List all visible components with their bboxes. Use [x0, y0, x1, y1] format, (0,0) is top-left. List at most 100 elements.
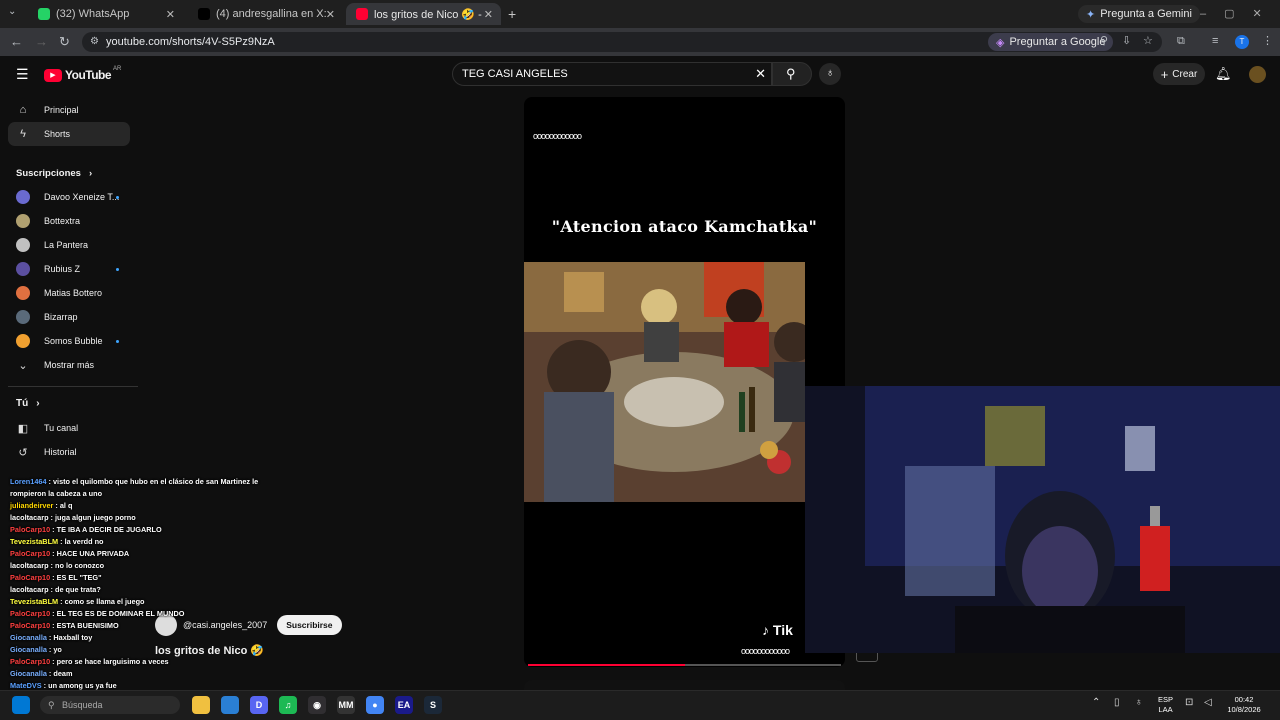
- install-icon[interactable]: ⇩: [1122, 36, 1131, 47]
- ask-google-button[interactable]: ◈ Preguntar a Google: [988, 33, 1114, 51]
- extensions-icon[interactable]: ⧉: [1177, 36, 1185, 47]
- start-button[interactable]: [12, 696, 30, 714]
- youtube-logo[interactable]: ▶ YouTube AR: [44, 66, 121, 82]
- chat-text: de que trata?: [55, 585, 101, 594]
- sidebar-subscription[interactable]: Bottextra: [8, 209, 130, 233]
- chevron-down-icon: ⌄: [18, 359, 28, 372]
- sidebar-item-principal[interactable]: ⌂ Principal: [8, 98, 130, 122]
- chrome-icon[interactable]: ●: [366, 696, 384, 714]
- notifications-bell-icon[interactable]: 🔔︎: [1215, 67, 1232, 80]
- ea-icon[interactable]: EA: [395, 696, 413, 714]
- tray-chevron-icon[interactable]: ⌃: [1092, 698, 1100, 708]
- site-info-icon[interactable]: ⚙: [90, 32, 99, 52]
- tab-close-icon[interactable]: ✕: [484, 8, 493, 21]
- new-tab-button[interactable]: +: [508, 6, 516, 22]
- sidebar-subscription[interactable]: Davoo Xeneize T...: [8, 185, 130, 209]
- chat-username: Giocanalla: [10, 669, 47, 678]
- browser-menu-icon[interactable]: ⋮: [1262, 36, 1273, 47]
- volume-icon[interactable]: ◁: [1204, 698, 1212, 708]
- tab-search-icon[interactable]: ⌄: [8, 7, 16, 17]
- sidebar-subscription[interactable]: La Pantera: [8, 233, 130, 257]
- battery-icon[interactable]: ▯: [1114, 698, 1120, 708]
- chat-username: lacoltacarp: [10, 561, 49, 570]
- short-video-player[interactable]: oooooooooooo "Atencion ataco Kamchatka" …: [524, 97, 845, 667]
- chat-message: PaloCarp10: pero se hace larguisimo a ve…: [10, 657, 169, 666]
- chat-message: TevezistaBLM: la verdd no: [10, 537, 104, 546]
- chat-message: lacoltacarp: de que trata?: [10, 585, 101, 594]
- show-more-button[interactable]: ⌄ Mostrar más: [8, 353, 130, 377]
- sidebar-subscription[interactable]: Rubius Z: [8, 257, 130, 281]
- chevron-right-icon: ›: [88, 168, 93, 179]
- file-explorer-icon[interactable]: [192, 696, 210, 714]
- chat-message: PaloCarp10: ESTA BUENISIMO: [10, 621, 119, 630]
- taskbar-search[interactable]: ⚲ Búsqueda: [40, 696, 180, 714]
- tab-close-icon[interactable]: ✕: [326, 8, 335, 21]
- tiktok-watermark: ♪ Tik: [762, 622, 793, 638]
- hamburger-menu-icon[interactable]: ☰: [16, 67, 29, 81]
- gemini-tab-button[interactable]: ✦ Pregunta a Gemini: [1078, 5, 1200, 23]
- sidebar-subscription[interactable]: Matias Bottero: [8, 281, 130, 305]
- mm-icon[interactable]: MM: [337, 696, 355, 714]
- sidebar-divider: [8, 386, 138, 387]
- chat-username: Loren1464: [10, 477, 47, 486]
- webcam-overlay: [805, 386, 1280, 653]
- chat-message: juliandeirver: al q: [10, 501, 73, 510]
- chat-message: Giocanalla: Haxball toy: [10, 633, 93, 642]
- sidebar-item-channel[interactable]: ◧ Tu canal: [8, 416, 130, 440]
- channel-avatar: [16, 286, 30, 300]
- next-short-preview[interactable]: [524, 680, 845, 690]
- tab-favicon-icon: [356, 8, 368, 20]
- obs-icon[interactable]: ◉: [308, 696, 326, 714]
- sidebar-item-shorts[interactable]: ϟ Shorts: [8, 122, 130, 146]
- history-icon: ↺: [18, 446, 28, 459]
- account-avatar[interactable]: [1249, 66, 1266, 83]
- mic-tray-icon[interactable]: ♁: [1135, 698, 1143, 708]
- language-indicator[interactable]: ESP LAA: [1158, 695, 1173, 715]
- tab-close-icon[interactable]: ✕: [166, 8, 175, 21]
- bookmark-star-icon[interactable]: ☆: [1143, 36, 1153, 47]
- store-icon[interactable]: [221, 696, 239, 714]
- gemini-icon: ✦: [1086, 8, 1096, 21]
- profile-avatar[interactable]: T: [1235, 35, 1249, 49]
- sidebar-subscription[interactable]: Bizarrap: [8, 305, 130, 329]
- chat-text: la verdd no: [64, 537, 104, 546]
- play-logo-icon: ▶: [44, 68, 62, 82]
- search-button[interactable]: ⚲: [772, 62, 812, 86]
- browser-tab[interactable]: (4) andresgallina en X: "@NotB✕: [188, 3, 343, 25]
- chat-text: juga algun juego porno: [55, 513, 136, 522]
- sidebar-item-history[interactable]: ↺ Historial: [8, 440, 130, 464]
- channel-avatar: [16, 310, 30, 324]
- clock[interactable]: 00:42 10/8/2026: [1222, 695, 1266, 715]
- forward-icon[interactable]: →: [35, 35, 48, 48]
- discord-icon[interactable]: D: [250, 696, 268, 714]
- network-icon[interactable]: ⊡: [1185, 698, 1193, 708]
- chat-message: Giocanalla: yo: [10, 645, 62, 654]
- reload-icon[interactable]: ↻: [59, 35, 70, 48]
- create-button[interactable]: + Crear: [1153, 63, 1205, 85]
- back-icon[interactable]: ←: [10, 35, 23, 48]
- zoom-icon[interactable]: ⚲: [1100, 36, 1108, 47]
- new-content-dot: [116, 196, 119, 199]
- chat-username: MateDVS: [10, 681, 42, 690]
- spotify-icon[interactable]: ♫: [279, 696, 297, 714]
- stream-chat-overlay: Loren1464: visto el quilombo que hubo en…: [10, 476, 310, 716]
- microphone-icon: ♁: [826, 67, 835, 79]
- voice-search-button[interactable]: ♁: [819, 63, 841, 85]
- channel-avatar: [16, 190, 30, 204]
- chat-username: Giocanalla: [10, 645, 47, 654]
- subscriptions-heading[interactable]: Suscripciones ›: [16, 168, 92, 179]
- chat-message: Loren1464: visto el quilombo que hubo en…: [10, 477, 259, 486]
- search-input[interactable]: TEG CASI ANGELES ✕: [452, 62, 772, 86]
- steam-icon[interactable]: S: [424, 696, 442, 714]
- you-heading[interactable]: Tú ›: [16, 398, 40, 409]
- chat-text: visto el quilombo que hubo en el clásico…: [52, 477, 259, 486]
- chat-username: PaloCarp10: [10, 609, 51, 618]
- chat-message: PaloCarp10: EL TEG ES DE DOMINAR EL MUND…: [10, 609, 185, 618]
- browser-tab[interactable]: los gritos de Nico 🤣 - You✕: [346, 3, 501, 25]
- progress-bar[interactable]: [528, 664, 685, 666]
- clear-search-icon[interactable]: ✕: [755, 63, 766, 85]
- sidebar-subscription[interactable]: Somos Bubble: [8, 329, 130, 353]
- media-icon[interactable]: ≡: [1212, 36, 1218, 47]
- browser-tab[interactable]: (32) WhatsApp ✕: [28, 3, 183, 25]
- window-controls[interactable]: –▢✕: [1200, 7, 1280, 20]
